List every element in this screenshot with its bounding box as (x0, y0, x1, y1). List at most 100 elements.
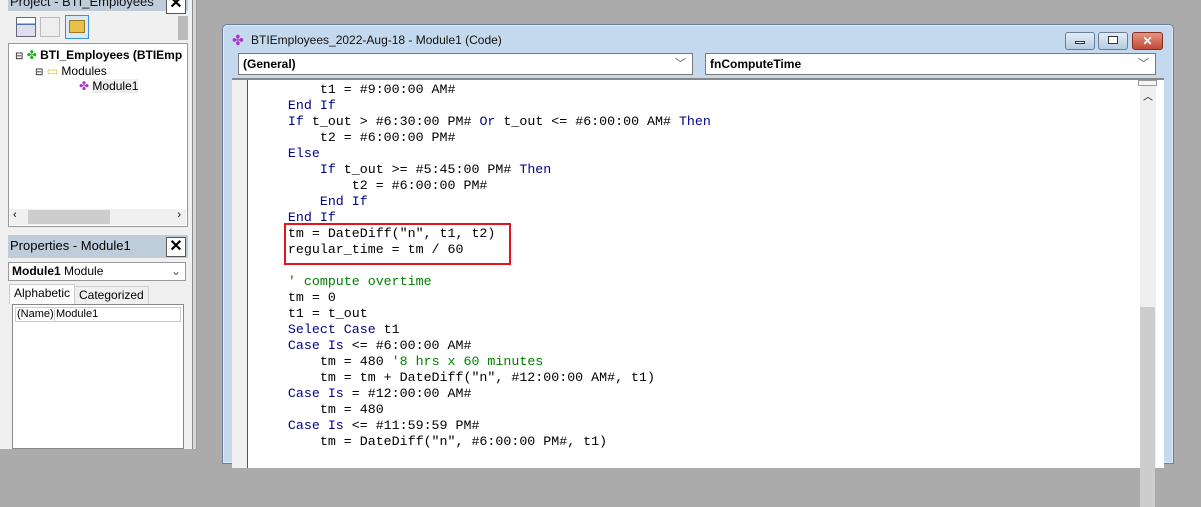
keyword: Then (678, 114, 711, 129)
project-tree: ⊟ ✤ BTI_Employees (BTIEmp ⊟ ▭ Modules ✤ … (8, 43, 188, 227)
toggle-folders-icon[interactable] (65, 15, 89, 39)
code-line[interactable]: Select Case t1 (256, 322, 711, 338)
object-selector[interactable]: Module1 Module ⌄ (8, 262, 186, 281)
code-token: t1 = t_out (287, 306, 368, 321)
object-dropdown[interactable]: (General) ﹀ (238, 53, 693, 75)
folder-icon: ▭ (46, 64, 59, 78)
code-line[interactable]: Case Is <= #11:59:59 PM# (256, 418, 711, 434)
close-project-pane-icon[interactable]: ✕ (166, 0, 186, 14)
code-line[interactable]: tm = 480 '8 hrs x 60 minutes (256, 354, 711, 370)
project-toolbar (8, 14, 188, 42)
tab-alphabetic[interactable]: Alphabetic (9, 284, 76, 304)
code-line[interactable]: t2 = #6:00:00 PM# (256, 130, 711, 146)
code-line[interactable]: Case Is = #12:00:00 AM# (256, 386, 711, 402)
keyword: Case Is (287, 338, 344, 353)
code-line[interactable]: tm = tm + DateDiff("n", #12:00:00 AM#, t… (256, 370, 711, 386)
code-line[interactable]: End If (256, 194, 711, 210)
code-token: = #12:00:00 AM# (343, 386, 472, 401)
folder-label: Modules (61, 64, 107, 78)
scroll-thumb[interactable] (28, 210, 110, 224)
minimize-button[interactable] (1065, 32, 1095, 50)
close-properties-pane-icon[interactable]: ✕ (166, 237, 186, 257)
chevron-down-icon: ⌄ (170, 264, 181, 278)
keyword: If (287, 114, 304, 129)
code-line[interactable]: t1 = #9:00:00 AM# (256, 82, 711, 98)
panel-splitter[interactable] (193, 0, 197, 449)
keyword: If (319, 162, 336, 177)
module-label: Module1 (92, 79, 139, 93)
code-line[interactable]: t1 = t_out (256, 306, 711, 322)
keyword: Select Case (287, 322, 376, 337)
keyword: End If (319, 194, 368, 209)
tree-item-module1[interactable]: ✤ Module1 (79, 78, 139, 94)
keyword: Or (479, 114, 496, 129)
code-token: tm = 480 (319, 402, 384, 417)
chevron-down-icon: ﹀ (1138, 58, 1149, 70)
keyword: Else (287, 146, 320, 161)
procedure-dropdown-value: fnComputeTime (710, 57, 802, 71)
property-name[interactable]: (Name) (15, 307, 55, 322)
keyword: Case Is (287, 386, 344, 401)
code-line[interactable]: tm = 480 (256, 402, 711, 418)
code-line[interactable]: ' compute overtime (256, 274, 711, 290)
code-line[interactable]: tm = 0 (256, 290, 711, 306)
procedure-dropdown[interactable]: fnComputeTime ﹀ (705, 53, 1156, 75)
code-token: t_out >= #5:45:00 PM# (335, 162, 520, 177)
view-code-icon[interactable] (16, 17, 36, 37)
code-token: t_out > #6:30:00 PM# (303, 114, 480, 129)
view-object-icon[interactable] (40, 17, 60, 37)
properties-grid: (Name) Module1 (12, 304, 184, 449)
code-line[interactable]: If t_out >= #5:45:00 PM# Then (256, 162, 711, 178)
code-editor[interactable]: t1 = #9:00:00 AM# End If If t_out > #6:3… (232, 78, 1164, 507)
close-button[interactable]: ✕ (1132, 32, 1163, 50)
module-icon: ✤ (79, 79, 90, 93)
code-token: tm = tm + DateDiff("n", #12:00:00 AM#, t… (319, 370, 655, 385)
code-token: t2 = #6:00:00 PM# (351, 178, 488, 193)
code-text[interactable]: t1 = #9:00:00 AM# End If If t_out > #6:3… (256, 82, 711, 450)
tab-categorized[interactable]: Categorized (74, 286, 149, 305)
code-line[interactable]: tm = DateDiff("n", #6:00:00 PM#, t1) (256, 434, 711, 450)
scroll-thumb[interactable] (1140, 307, 1155, 507)
toolbar-overflow-icon[interactable] (178, 16, 188, 40)
split-bar[interactable] (1138, 80, 1157, 86)
keyword: Then (519, 162, 552, 177)
code-token: t1 (375, 322, 400, 337)
scroll-left-icon[interactable]: ‹ (13, 209, 17, 221)
chevron-down-icon: ﹀ (675, 58, 686, 70)
margin-indicator-bar[interactable] (232, 80, 248, 468)
collapse-icon[interactable]: ⊟ (35, 67, 43, 78)
code-line[interactable]: End If (256, 98, 711, 114)
vba-project-icon: ✤ (26, 48, 37, 62)
properties-pane-title: Properties - Module1 (8, 235, 188, 258)
code-token: t_out <= #6:00:00 AM# (495, 114, 679, 129)
module-icon: ✤ (232, 32, 244, 48)
project-name: BTI_Employees (BTIEmp (40, 48, 183, 62)
keyword: End If (287, 98, 336, 113)
code-token: tm = DateDiff("n", #6:00:00 PM#, t1) (319, 434, 608, 449)
highlight-box (284, 223, 511, 265)
property-value[interactable]: Module1 (54, 307, 181, 322)
maximize-button[interactable] (1098, 32, 1128, 50)
keyword: Case Is (287, 418, 344, 433)
object-dropdown-value: (General) (243, 57, 296, 71)
code-token: tm = 0 (287, 290, 336, 305)
scroll-right-icon[interactable]: › (177, 209, 181, 221)
object-name: Module1 (12, 264, 61, 278)
comment: '8 hrs x 60 minutes (391, 354, 544, 369)
tree-horizontal-scrollbar[interactable]: ‹ › (10, 209, 186, 225)
comment: ' compute overtime (287, 274, 432, 289)
scroll-up-icon[interactable]: ︿ (1143, 88, 1153, 103)
code-window-title: BTIEmployees_2022-Aug-18 - Module1 (Code… (251, 33, 502, 47)
project-pane-title: Project - BTI_Employees (8, 0, 188, 11)
code-line[interactable]: Case Is <= #6:00:00 AM# (256, 338, 711, 354)
left-panel: Project - BTI_Employees ✕ ⊟ ✤ BTI_Employ… (0, 0, 193, 449)
code-token: t1 = #9:00:00 AM# (319, 82, 456, 97)
code-token: tm = 480 (319, 354, 392, 369)
vertical-scrollbar[interactable]: ︿ (1138, 80, 1157, 507)
code-token: t2 = #6:00:00 PM# (319, 130, 456, 145)
code-line[interactable]: If t_out > #6:30:00 PM# Or t_out <= #6:0… (256, 114, 711, 130)
code-line[interactable]: Else (256, 146, 711, 162)
code-token: <= #6:00:00 AM# (343, 338, 472, 353)
collapse-icon[interactable]: ⊟ (15, 51, 23, 62)
code-line[interactable]: t2 = #6:00:00 PM# (256, 178, 711, 194)
